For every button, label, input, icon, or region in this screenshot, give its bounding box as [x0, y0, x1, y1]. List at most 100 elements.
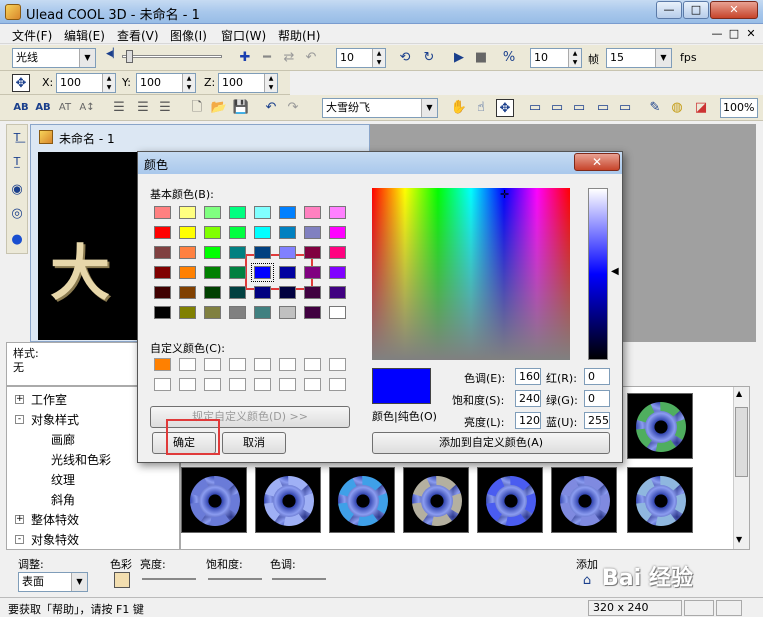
basic-color-swatch[interactable] — [279, 306, 296, 319]
basic-color-swatch[interactable] — [204, 286, 221, 299]
maximize-button[interactable]: □ — [683, 1, 709, 19]
save-icon[interactable]: 💾 — [232, 99, 250, 117]
basic-color-swatch[interactable] — [304, 226, 321, 239]
tree-item-texture[interactable]: 纹理 — [51, 471, 75, 488]
custom-color-swatch[interactable] — [304, 358, 321, 371]
basic-color-swatch[interactable] — [329, 226, 346, 239]
basic-color-swatch[interactable] — [304, 266, 321, 279]
basic-color-swatch[interactable] — [154, 286, 171, 299]
menu-window[interactable]: 窗口(W) — [221, 27, 266, 44]
align-right-icon[interactable]: ☰ — [156, 99, 174, 117]
mdi-restore-button[interactable]: □ — [727, 27, 741, 41]
text-size-icon[interactable]: AT — [56, 99, 74, 117]
custom-color-swatch[interactable] — [254, 378, 271, 391]
move-frame-icon[interactable]: ⇄ — [280, 49, 298, 67]
percent-icon[interactable]: % — [500, 49, 518, 67]
saturation-slider[interactable] — [208, 578, 262, 580]
spin-arrows-icon[interactable]: ▲ ▼ — [372, 49, 385, 67]
menu-file[interactable]: 文件(F) — [12, 27, 52, 44]
color-swatch-button[interactable] — [114, 572, 130, 588]
stop-icon[interactable]: ■ — [472, 49, 490, 67]
object-select-icon[interactable]: ◉ — [8, 181, 26, 199]
move-object-icon[interactable]: ✥ — [496, 99, 514, 117]
spin-arrows-icon[interactable]: ▲ ▼ — [182, 74, 195, 92]
custom-color-swatch[interactable] — [204, 378, 221, 391]
basic-color-swatch[interactable] — [304, 306, 321, 319]
basic-color-swatch[interactable] — [179, 306, 196, 319]
fps-select[interactable]: 15 ▼ — [606, 48, 672, 68]
spin-arrows-icon[interactable]: ▲ ▼ — [102, 74, 115, 92]
basic-color-swatch[interactable] — [204, 266, 221, 279]
collapse-toggle-icon[interactable]: - — [15, 415, 24, 424]
luminance-bar[interactable] — [588, 188, 608, 360]
gallery-thumbnail[interactable] — [181, 467, 247, 533]
text-spacing-icon[interactable]: A↕ — [78, 99, 96, 117]
paint-icon[interactable]: ✎ — [646, 99, 664, 117]
basic-color-swatch[interactable] — [154, 226, 171, 239]
basic-color-swatch[interactable] — [329, 286, 346, 299]
brightness-slider[interactable] — [142, 578, 196, 580]
gallery-thumbnail[interactable] — [403, 467, 469, 533]
basic-color-swatch[interactable] — [179, 226, 196, 239]
basic-color-swatch[interactable] — [279, 226, 296, 239]
solid-color-label[interactable]: 颜色|纯色(O) — [372, 408, 437, 424]
menu-image[interactable]: 图像(I) — [170, 27, 207, 44]
mdi-minimize-button[interactable]: — — [710, 27, 724, 41]
basic-color-swatch[interactable] — [279, 246, 296, 259]
basic-color-swatch[interactable] — [229, 226, 246, 239]
tree-item-gallery[interactable]: 画廊 — [51, 431, 75, 448]
object-view-icon-3[interactable]: ▭ — [570, 99, 588, 117]
undo-icon[interactable]: ↶ — [262, 99, 280, 117]
basic-color-swatch[interactable] — [204, 226, 221, 239]
collapse-toggle-icon[interactable]: - — [15, 535, 24, 544]
tree-item-bevel[interactable]: 斜角 — [51, 491, 75, 508]
basic-color-swatch[interactable] — [279, 286, 296, 299]
position-tool-icon[interactable]: ✥ — [12, 74, 30, 92]
timeline-slider[interactable] — [122, 55, 222, 58]
basic-color-swatch[interactable] — [179, 246, 196, 259]
basic-color-swatch[interactable] — [254, 246, 271, 259]
z-input[interactable]: 100 ▲ ▼ — [218, 73, 278, 93]
tree-item-global-effects[interactable]: 整体特效 — [31, 511, 79, 528]
add-to-custom-colors-button[interactable]: 添加到自定义颜色(A) — [372, 432, 610, 454]
align-left-icon[interactable]: ☰ — [110, 99, 128, 117]
globe-icon[interactable]: ◍ — [668, 99, 686, 117]
basic-color-swatch[interactable] — [279, 266, 296, 279]
tree-item-object-effects[interactable]: 对象特效 — [31, 531, 79, 548]
bold-icon[interactable]: AB — [34, 99, 52, 117]
first-frame-icon[interactable]: ◀▏ — [106, 49, 120, 67]
hue-slider[interactable] — [272, 578, 326, 580]
add-to-gallery-icon[interactable]: ⌂ — [578, 572, 596, 590]
sphere-icon[interactable]: ● — [8, 231, 26, 249]
custom-color-swatch[interactable] — [154, 358, 171, 371]
minimize-button[interactable]: — — [656, 1, 682, 19]
basic-color-swatch[interactable] — [204, 246, 221, 259]
basic-color-swatch[interactable] — [329, 266, 346, 279]
scroll-thumb[interactable] — [735, 407, 748, 477]
basic-color-swatch[interactable] — [329, 246, 346, 259]
add-frame-icon[interactable]: ✚ — [236, 49, 254, 67]
menu-view[interactable]: 查看(V) — [117, 27, 159, 44]
basic-color-swatch[interactable] — [229, 246, 246, 259]
basic-color-swatch[interactable] — [204, 206, 221, 219]
luminance-input[interactable]: 120 — [515, 412, 541, 429]
luminance-pointer-icon[interactable]: ◀ — [611, 266, 619, 277]
tree-item-studio[interactable]: 工作室 — [31, 391, 67, 408]
basic-color-swatch[interactable] — [304, 206, 321, 219]
basic-color-swatch[interactable] — [329, 306, 346, 319]
repeat-icon[interactable]: ↻ — [420, 49, 438, 67]
basic-color-swatch[interactable] — [229, 306, 246, 319]
speed-input[interactable]: 10 ▲ ▼ — [530, 48, 582, 68]
custom-color-swatch[interactable] — [279, 378, 296, 391]
play-icon[interactable]: ▶ — [450, 49, 468, 67]
expand-toggle-icon[interactable]: + — [15, 395, 24, 404]
basic-color-swatch[interactable] — [251, 263, 274, 282]
custom-color-swatch[interactable] — [204, 358, 221, 371]
open-folder-icon[interactable]: 📂 — [210, 99, 228, 117]
custom-color-swatch[interactable] — [179, 378, 196, 391]
close-button[interactable]: ✕ — [710, 1, 758, 19]
font-select[interactable]: 大雪纷飞 ▼ — [322, 98, 438, 118]
basic-color-swatch[interactable] — [229, 266, 246, 279]
hue-input[interactable]: 160 — [515, 368, 541, 385]
spin-arrows-icon[interactable]: ▲ ▼ — [568, 49, 581, 67]
